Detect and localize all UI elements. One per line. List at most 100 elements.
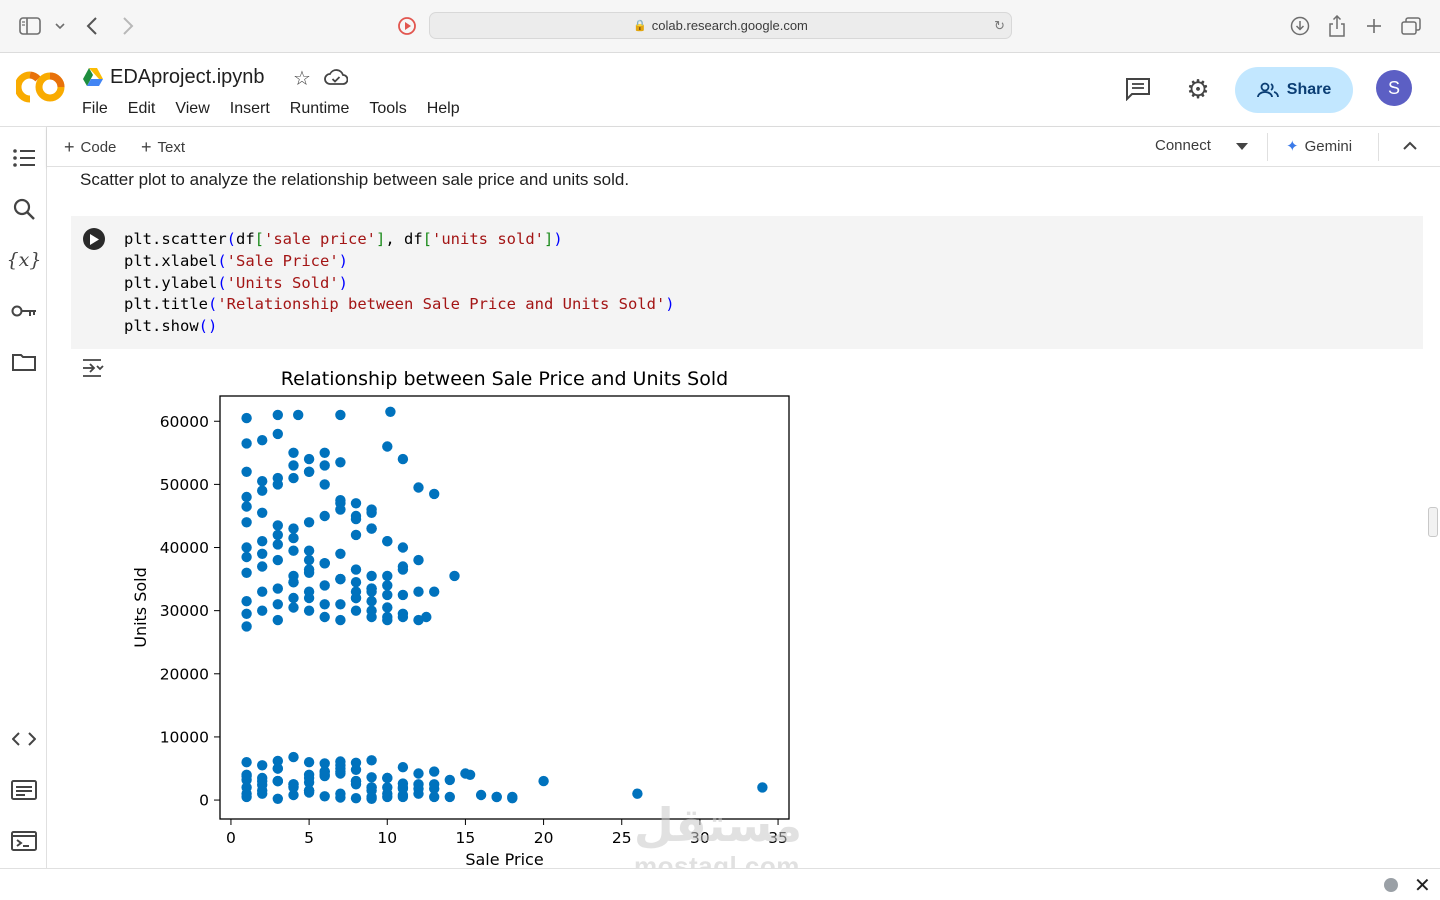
forward-arrow-icon[interactable]: [116, 14, 140, 38]
data-point: [366, 507, 377, 518]
data-point: [429, 779, 440, 790]
data-point: [444, 774, 455, 786]
data-point: [413, 586, 424, 597]
share-sheet-icon[interactable]: [1325, 14, 1349, 38]
collapse-toolbar-icon[interactable]: [1403, 141, 1417, 150]
table-of-contents-icon[interactable]: [10, 144, 38, 172]
scatter-plot: Relationship between Sale Price and Unit…: [131, 368, 790, 867]
sidebar-toggle-icon[interactable]: [18, 14, 42, 38]
data-point: [272, 583, 283, 594]
add-text-button[interactable]: + Text: [141, 137, 185, 158]
data-point: [272, 539, 283, 550]
code-editor[interactable]: plt.scatter(df['sale price'], df['units …: [124, 229, 675, 338]
data-point: [397, 542, 409, 553]
y-tick-label: 0: [199, 792, 209, 810]
data-point: [382, 536, 393, 547]
add-code-button[interactable]: + Code: [64, 137, 116, 158]
data-point: [350, 779, 362, 790]
folder-icon[interactable]: [10, 348, 38, 376]
data-point: [303, 554, 315, 566]
data-point: [241, 757, 252, 768]
gemini-button[interactable]: ✦ Gemini: [1286, 137, 1352, 156]
terminal-icon[interactable]: [10, 827, 38, 855]
data-point: [319, 599, 330, 610]
chart-title: Relationship between Sale Price and Unit…: [281, 368, 728, 390]
markdown-cell-text[interactable]: Scatter plot to analyze the relationship…: [80, 170, 629, 190]
data-point: [272, 775, 283, 787]
data-point: [350, 498, 362, 509]
back-arrow-icon[interactable]: [80, 14, 104, 38]
command-palette-icon[interactable]: [10, 776, 38, 804]
vertical-scrollbar[interactable]: [1428, 507, 1438, 537]
connect-label: Connect: [1155, 137, 1211, 154]
data-point: [382, 589, 393, 601]
y-tick-label: 60000: [160, 413, 209, 431]
y-axis-label: Units Sold: [131, 567, 150, 648]
data-point: [303, 545, 315, 556]
data-point: [429, 766, 440, 777]
status-bar: ✕: [0, 868, 1440, 900]
x-tick-label: 25: [612, 829, 632, 847]
menu-tools[interactable]: Tools: [369, 100, 406, 118]
menu-runtime[interactable]: Runtime: [290, 100, 350, 118]
menu-insert[interactable]: Insert: [230, 100, 270, 118]
comments-icon[interactable]: [1124, 75, 1152, 103]
media-play-icon[interactable]: [395, 14, 419, 38]
menu-file[interactable]: File: [82, 100, 108, 118]
secrets-key-icon[interactable]: [10, 297, 38, 325]
url-field[interactable]: 🔒 colab.research.google.com ↻: [429, 12, 1012, 39]
y-tick-label: 20000: [160, 665, 209, 683]
connect-dropdown-icon[interactable]: [1236, 143, 1248, 150]
data-point: [272, 599, 283, 610]
toolbar-divider: [1378, 133, 1379, 161]
data-point: [366, 523, 377, 534]
data-point: [241, 621, 252, 632]
data-point: [272, 409, 283, 421]
download-icon[interactable]: [1288, 14, 1312, 38]
star-icon[interactable]: ☆: [293, 66, 311, 91]
reload-icon[interactable]: ↻: [994, 18, 1005, 34]
left-sidebar: {x}: [0, 127, 47, 868]
tab-overview-icon[interactable]: [1399, 14, 1423, 38]
data-point: [288, 592, 299, 604]
google-drive-icon[interactable]: [82, 67, 104, 87]
data-point: [303, 757, 315, 768]
data-point: [421, 611, 432, 623]
data-point: [366, 570, 377, 582]
data-point: [757, 782, 768, 793]
code-line: plt.xlabel('Sale Price'): [124, 251, 348, 270]
data-point: [382, 611, 393, 623]
data-point: [288, 472, 299, 484]
variables-icon[interactable]: {x}: [7, 246, 42, 274]
colab-logo-icon[interactable]: [16, 71, 66, 103]
connect-button[interactable]: Connect: [1155, 137, 1211, 154]
url-text: colab.research.google.com: [651, 18, 808, 33]
notebook-title[interactable]: EDAproject.ipynb: [110, 66, 265, 89]
menu-view[interactable]: View: [175, 100, 209, 118]
data-point: [288, 523, 299, 534]
output-options-icon[interactable]: [81, 357, 107, 379]
data-point: [491, 791, 502, 803]
new-tab-icon[interactable]: [1362, 14, 1386, 38]
data-point: [288, 532, 299, 544]
settings-gear-icon[interactable]: ⚙: [1184, 74, 1212, 104]
share-button[interactable]: Share: [1235, 67, 1353, 113]
cloud-saved-icon[interactable]: [324, 67, 348, 87]
code-cell[interactable]: plt.scatter(df['sale price'], df['units …: [71, 216, 1423, 349]
search-icon[interactable]: [10, 195, 38, 223]
people-icon: [1256, 82, 1279, 98]
x-tick-label: 20: [534, 829, 554, 847]
data-point: [397, 783, 409, 794]
chevron-down-icon[interactable]: [48, 14, 72, 38]
menu-edit[interactable]: Edit: [128, 100, 156, 118]
menu-help[interactable]: Help: [427, 100, 460, 118]
run-cell-button[interactable]: [83, 228, 105, 250]
code-snippets-icon[interactable]: [10, 725, 38, 753]
data-point: [413, 768, 424, 779]
avatar[interactable]: S: [1376, 70, 1412, 106]
data-point: [382, 570, 393, 582]
data-point: [449, 570, 460, 582]
data-point: [319, 510, 330, 522]
data-point: [397, 453, 409, 465]
close-icon[interactable]: ✕: [1414, 873, 1431, 898]
